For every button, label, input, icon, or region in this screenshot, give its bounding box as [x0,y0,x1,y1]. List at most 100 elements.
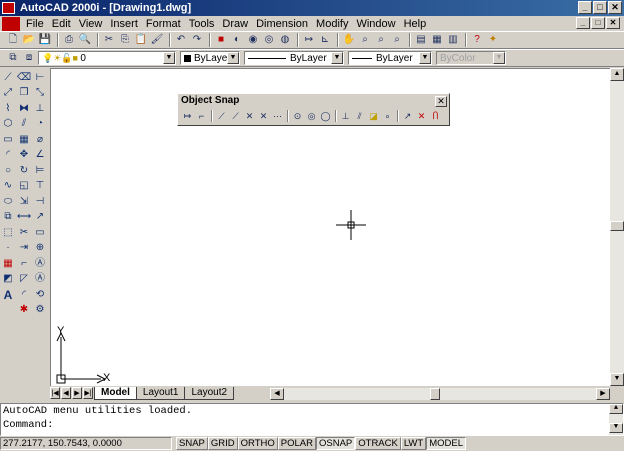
line-icon[interactable]: ⟋ [1,70,15,86]
zoom-previous-icon[interactable]: ⌕ [390,33,404,47]
command-window[interactable]: AutoCAD menu utilities loaded. Command: … [0,403,624,436]
snap-midpoint-icon[interactable]: ⟋ [229,109,242,123]
snap-quadrant-icon[interactable]: ◎ [305,109,318,123]
arc-icon[interactable]: ◜ [1,148,15,164]
polar-toggle[interactable]: POLAR [277,437,316,450]
chevron-down-icon[interactable]: ▼ [163,52,175,64]
menu-insert[interactable]: Insert [106,17,142,31]
center-mark-icon[interactable]: ⊕ [33,241,47,257]
mirror-icon[interactable]: ⧓ [17,101,31,117]
chevron-down-icon[interactable]: ▼ [331,52,343,64]
lengthen-icon[interactable]: ⟷ [17,210,31,226]
meet-now-icon[interactable]: ◐ [230,33,244,47]
explode-icon[interactable]: ✱ [17,303,31,319]
redo-icon[interactable]: ↷ [190,33,204,47]
spline-icon[interactable]: ∿ [1,179,15,195]
quick-dimension-icon[interactable]: ⊨ [33,163,47,179]
tab-model[interactable]: Model [94,386,137,400]
tab-layout1[interactable]: Layout1 [135,386,186,400]
linetype-dropdown[interactable]: ByLayer ▼ [244,51,344,65]
minimize-button[interactable]: _ [578,1,592,14]
point-icon[interactable]: · [1,241,15,257]
prev-tab-button[interactable]: ◀ [61,387,71,399]
move-icon[interactable]: ✥ [17,148,31,164]
layers-icon[interactable]: ⧈ [22,51,36,65]
snap-insert-icon[interactable]: ◪ [367,109,380,123]
object-snap-title[interactable]: Object Snap [178,94,449,108]
snap-nearest-icon[interactable]: ↗ [401,109,414,123]
layer-dropdown[interactable]: 💡☀🔓■ 0 ▼ [38,51,176,65]
whats-new-icon[interactable]: ✦ [486,33,500,47]
copy-icon[interactable]: ⎘ [118,33,132,47]
doc-minimize-button[interactable]: _ [576,17,590,29]
region-icon[interactable]: ◩ [1,272,15,288]
pan-icon[interactable]: ✋ [342,33,356,47]
dimension-text-edit-icon[interactable]: Ⓐ [33,272,47,288]
ortho-toggle[interactable]: ORTHO [237,437,278,450]
dimension-edit-icon[interactable]: Ⓐ [33,256,47,272]
copy-object-icon[interactable]: ❐ [17,86,31,102]
polyline-icon[interactable]: ⌇ [1,101,15,117]
lineweight-dropdown[interactable]: ByLayer ▼ [348,51,432,65]
scroll-left-button[interactable]: ◀ [270,388,284,400]
offset-icon[interactable]: ⫽ [17,117,31,133]
snap-node-icon[interactable]: ∘ [381,109,394,123]
trim-icon[interactable]: ✂ [17,225,31,241]
linear-dimension-icon[interactable]: ⊢ [33,70,47,86]
menu-edit[interactable]: Edit [48,17,75,31]
grid-toggle[interactable]: GRID [207,437,238,450]
menu-help[interactable]: Help [400,17,431,31]
hatch-icon[interactable]: ▦ [1,256,15,272]
command-scroll-up-button[interactable]: ▲ [609,404,623,414]
zoom-realtime-icon[interactable]: ⌕ [358,33,372,47]
dimension-style-icon[interactable]: ⚙ [33,303,47,319]
object-snap-toolbar[interactable]: Object Snap ✕ ↦ ⌐ ⟋ ⟋ ✕ ✕ ⋯ ⊙ ◎ ◯ ⊥ ⫽ ◪ … [177,93,450,126]
last-tab-button[interactable]: ▶| [83,387,93,399]
snap-toggle[interactable]: SNAP [176,437,208,450]
next-tab-button[interactable]: ▶ [72,387,82,399]
open-icon[interactable]: 📂 [22,33,36,47]
extend-icon[interactable]: ⇥ [17,241,31,257]
snap-parallel-icon[interactable]: ⫽ [353,109,366,123]
chevron-down-icon[interactable]: ▼ [419,52,431,64]
osnap-settings-icon[interactable]: Ⴖ [429,109,442,123]
snap-extension-icon[interactable]: ⋯ [271,109,284,123]
ucs-icon[interactable]: ⊾ [318,33,332,47]
make-object-layer-current-icon[interactable]: ⧉ [6,51,20,65]
zoom-window-icon[interactable]: ⌕ [374,33,388,47]
command-scroll-down-button[interactable]: ▼ [609,423,623,433]
snap-center-icon[interactable]: ⊙ [291,109,304,123]
undo-icon[interactable]: ↶ [174,33,188,47]
polygon-icon[interactable]: ⬡ [1,117,15,133]
menu-format[interactable]: Format [142,17,185,31]
save-icon[interactable]: 💾 [38,33,52,47]
horizontal-scrollbar[interactable]: ◀ ▶ [270,388,610,400]
browser-icon[interactable]: ◉ [246,33,260,47]
scale-icon[interactable]: ◱ [17,179,31,195]
hyperlink-icon[interactable]: ◍ [278,33,292,47]
radius-dimension-icon[interactable]: ◔ [33,117,47,133]
baseline-dimension-icon[interactable]: ⊤ [33,179,47,195]
chamfer-icon[interactable]: ◸ [17,272,31,288]
construction-line-icon[interactable]: ⤢ [1,86,15,102]
command-scrollbar[interactable]: ▲ ▼ [609,404,623,435]
model-toggle[interactable]: MODEL [426,437,466,450]
menu-window[interactable]: Window [352,17,399,31]
menu-file[interactable]: File [22,17,48,31]
ordinate-dimension-icon[interactable]: ⊥ [33,101,47,117]
continue-dimension-icon[interactable]: ⊣ [33,194,47,210]
circle-icon[interactable]: ○ [1,163,15,179]
print-icon[interactable]: ⎙ [62,33,76,47]
snap-temporary-tracking-icon[interactable]: ↦ [181,109,194,123]
snap-apparent-intersection-icon[interactable]: ✕ [257,109,270,123]
snap-tangent-icon[interactable]: ◯ [319,109,332,123]
rotate-icon[interactable]: ↻ [17,163,31,179]
hscroll-thumb[interactable] [430,388,440,400]
menu-modify[interactable]: Modify [312,17,352,31]
dimension-update-icon[interactable]: ⟲ [33,287,47,303]
cut-icon[interactable]: ✂ [102,33,116,47]
menu-draw[interactable]: Draw [218,17,252,31]
rectangle-icon[interactable]: ▭ [1,132,15,148]
autocad-app-icon[interactable] [2,2,15,14]
design-center-icon[interactable]: ▦ [430,33,444,47]
